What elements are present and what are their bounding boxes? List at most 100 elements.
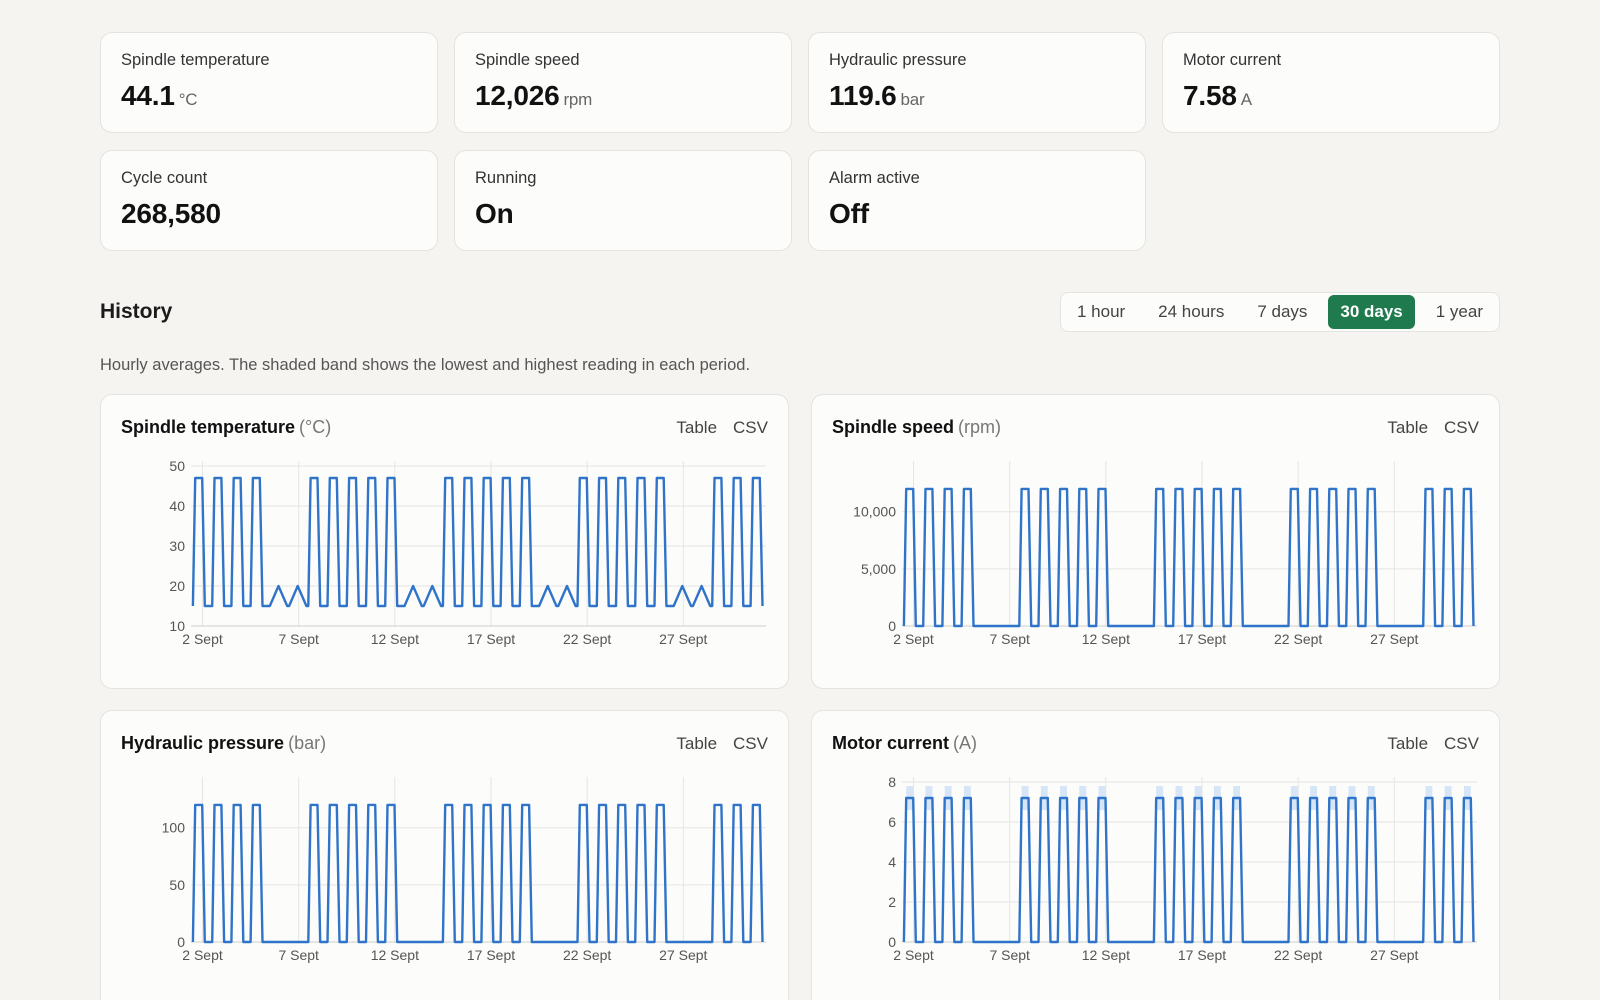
chart-card-motor-current: Motor current (A) Table CSV 024682 Sept 7 … [811,710,1500,1000]
x-tick-label: 17 Sept [467,631,515,647]
series-line [902,796,1475,944]
stat-tile-motor-current: Motor current 7.58 A [1162,32,1500,133]
y-tick-label: 40 [169,498,185,514]
x-tick-label: 7 Sept [989,947,1030,963]
chart-title: Spindle temperature (°C) [121,417,331,438]
table-button[interactable]: Table [1387,418,1428,438]
tile-label: Motor current [1183,51,1282,69]
x-tick-label: 12 Sept [1082,947,1130,963]
x-tick-label: 22 Sept [563,947,611,963]
chart-title-unit: (A) [953,733,977,753]
tile-value-number: 7.58 [1183,80,1237,111]
y-tick-label: 50 [169,877,185,893]
chart-card-spindle-speed: Spindle speed (rpm) Table CSV 0 5,000 10,00… [811,394,1500,689]
tile-value-number: 12,026 [475,80,560,111]
chart-title: Hydraulic pressure (bar) [121,733,326,754]
stat-tile-alarm-active: Alarm active Off [808,150,1146,251]
tile-value: 12,026 rpm [475,80,771,112]
chart-plot: 0501002 Sept 7 Sept 12 Sept 17 Sept 22 Sept 2… [162,777,766,963]
tile-label: Alarm active [829,169,920,187]
table-button[interactable]: Table [676,418,717,438]
y-tick-label: 5,000 [861,561,896,577]
x-tick-label: 17 Sept [1178,631,1226,647]
stat-tile-spindle-speed: Spindle speed 12,026 rpm [454,32,792,133]
history-description: Hourly averages. The shaded band shows t… [100,356,751,374]
tile-label: Hydraulic pressure [829,51,967,69]
csv-button[interactable]: CSV [1444,418,1479,438]
chart-title-unit: (rpm) [958,417,1002,437]
range-30-days-button[interactable]: 30 days [1328,295,1415,329]
x-tick-label: 7 Sept [278,947,319,963]
y-tick-label: 50 [169,458,185,474]
chart-plot: 024682 Sept 7 Sept 12 Sept 17 Sept 22 Sept 27… [888,774,1477,963]
x-tick-label: 17 Sept [1178,947,1226,963]
x-tick-label: 2 Sept [893,947,934,963]
tile-label: Spindle speed [475,51,580,69]
series-line [191,803,764,944]
y-tick-label: 6 [888,814,896,830]
tile-label: Running [475,169,537,187]
x-tick-label: 7 Sept [989,631,1030,647]
y-tick-label: 2 [888,894,896,910]
chart-title-text: Hydraulic pressure [121,733,285,753]
y-tick-label: 4 [888,854,896,870]
tile-unit: °C [178,90,198,109]
x-tick-label: 12 Sept [371,947,419,963]
csv-button[interactable]: CSV [733,734,768,754]
x-tick-label: 27 Sept [1370,947,1418,963]
x-tick-label: 27 Sept [659,631,707,647]
range-24-hours-button[interactable]: 24 hours [1146,295,1236,329]
range-1-year-button[interactable]: 1 year [1424,295,1495,329]
table-button[interactable]: Table [676,734,717,754]
y-tick-label: 30 [169,538,185,554]
time-range-selector: 1 hour 24 hours 7 days 30 days 1 year [1060,292,1500,332]
x-tick-label: 12 Sept [371,631,419,647]
tile-value: Off [829,198,1125,230]
chart-plot: 10203040502 Sept 7 Sept 12 Sept 17 Sept 22 S… [169,458,766,647]
tile-label: Spindle temperature [121,51,270,69]
stat-tile-cycle-count: Cycle count 268,580 [100,150,438,251]
x-tick-label: 27 Sept [1370,631,1418,647]
chart-title-text: Spindle speed [832,417,955,437]
csv-button[interactable]: CSV [1444,734,1479,754]
csv-button[interactable]: CSV [733,418,768,438]
y-tick-label: 10,000 [853,504,896,520]
range-1-hour-button[interactable]: 1 hour [1065,295,1137,329]
tile-label: Cycle count [121,169,208,187]
x-tick-label: 22 Sept [563,631,611,647]
range-7-days-button[interactable]: 7 days [1245,295,1319,329]
x-tick-label: 27 Sept [659,947,707,963]
table-button[interactable]: Table [1387,734,1428,754]
series-line [191,476,764,608]
chart-plot: 05,00010,0002 Sept 7 Sept 12 Sept 17 Sept 22… [853,461,1477,647]
x-tick-label: 7 Sept [278,631,319,647]
x-tick-label: 22 Sept [1274,947,1322,963]
tile-unit: A [1240,90,1252,109]
x-tick-label: 12 Sept [1082,631,1130,647]
y-tick-label: 20 [169,578,185,594]
tile-value: On [475,198,771,230]
chart-title-text: Motor current [832,733,949,753]
x-tick-label: 2 Sept [182,947,223,963]
tile-unit: bar [900,90,925,109]
chart-title: Motor current (A) [832,733,977,754]
stat-tile-hydraulic-pressure: Hydraulic pressure 119.6 bar [808,32,1146,133]
x-tick-label: 2 Sept [182,631,223,647]
y-tick-label: 8 [888,774,896,790]
x-tick-label: 17 Sept [467,947,515,963]
chart-title-unit: (°C) [299,417,332,437]
tile-value: 44.1 °C [121,80,417,112]
series-line [902,487,1475,628]
chart-card-spindle-temperature: Spindle temperature (°C) Table CSV 10 20 30… [100,394,789,689]
stat-tile-spindle-temperature: Spindle temperature 44.1 °C [100,32,438,133]
history-title: History [100,300,173,323]
tile-value-number: 44.1 [121,80,175,111]
tile-value: 268,580 [121,198,417,230]
chart-title: Spindle speed (rpm) [832,417,1001,438]
tile-value-number: 119.6 [829,80,897,111]
tile-value-number: Off [829,198,869,229]
tile-value: 119.6 bar [829,80,1125,112]
y-tick-label: 100 [162,820,186,836]
chart-card-hydraulic-pressure: Hydraulic pressure (bar) Table CSV 0 50 100… [100,710,789,1000]
tile-value-number: 268,580 [121,198,221,229]
